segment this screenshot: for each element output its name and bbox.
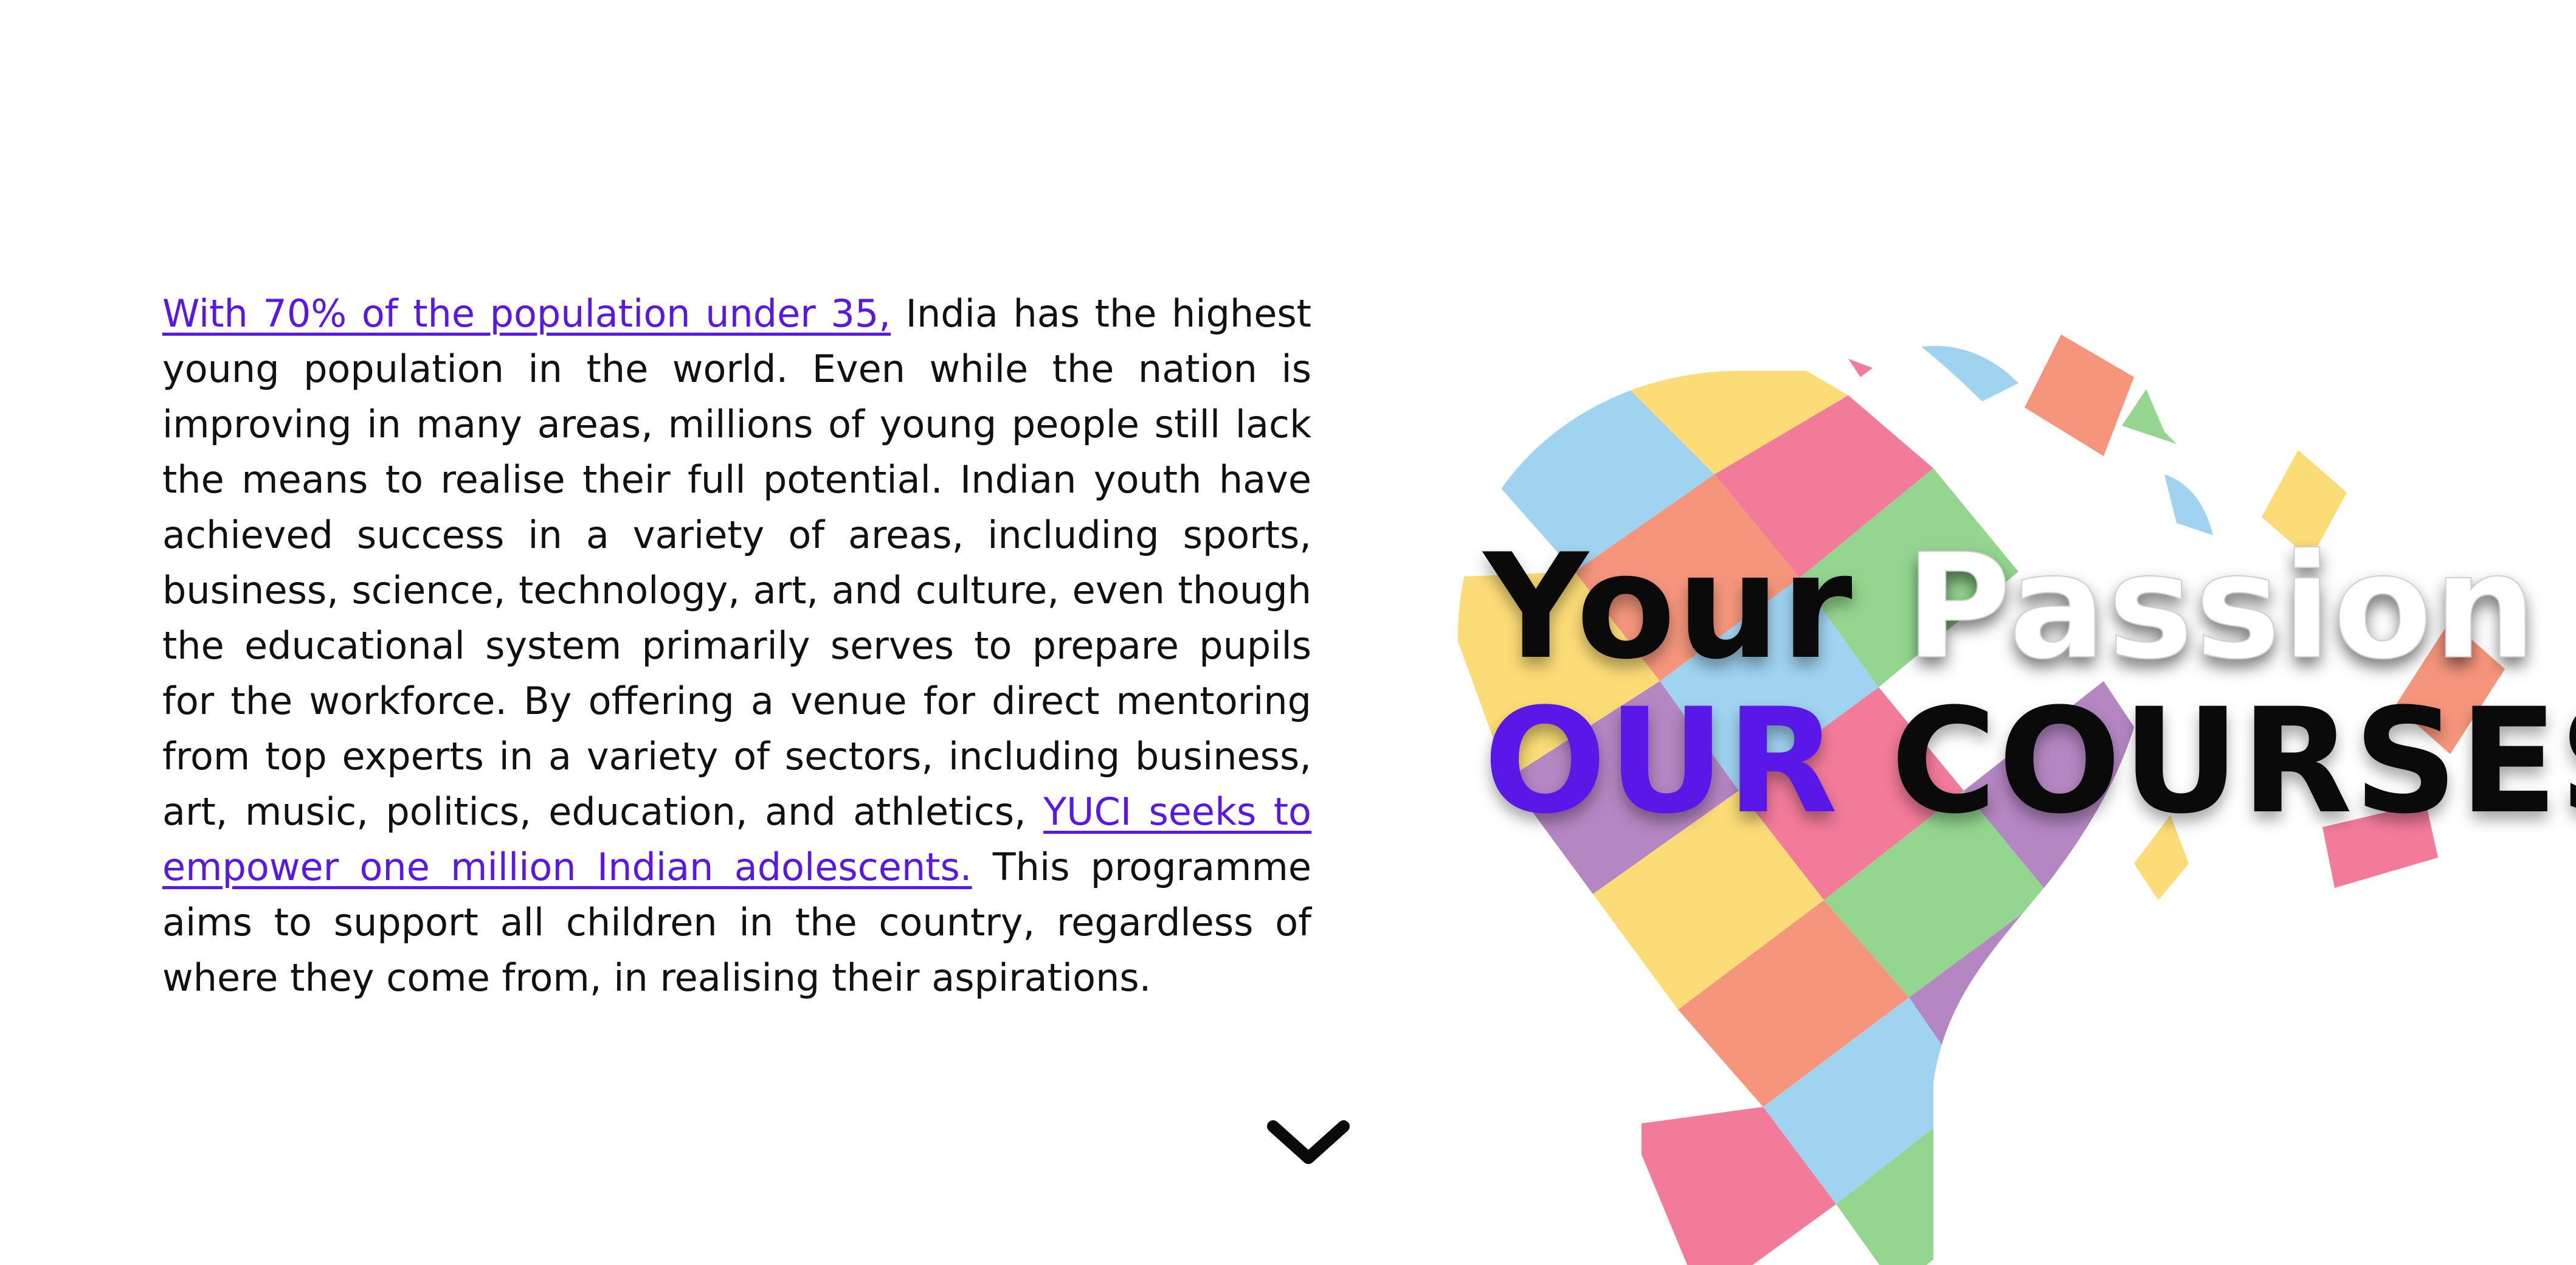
headline-row-2: OUR COURSES <box>1483 690 2576 834</box>
headline-row-1: Your Passion <box>1483 535 2537 681</box>
headline-word-our: OUR <box>1483 678 1839 846</box>
scroll-down-button[interactable] <box>1266 1118 1351 1173</box>
intro-paragraph: With 70% of the population under 35, Ind… <box>162 286 1311 1005</box>
chevron-down-icon <box>1267 1120 1350 1164</box>
intro-text-1: India has the highest young population i… <box>162 291 1311 834</box>
hero-headline: Your Passion OUR COURSES <box>1483 535 2576 834</box>
headline-word-passion: Passion <box>1905 523 2538 691</box>
headline-word-courses: COURSES <box>1890 678 2576 846</box>
population-stat-link[interactable]: With 70% of the population under 35, <box>162 291 891 336</box>
headline-word-your: Your <box>1483 523 1854 691</box>
